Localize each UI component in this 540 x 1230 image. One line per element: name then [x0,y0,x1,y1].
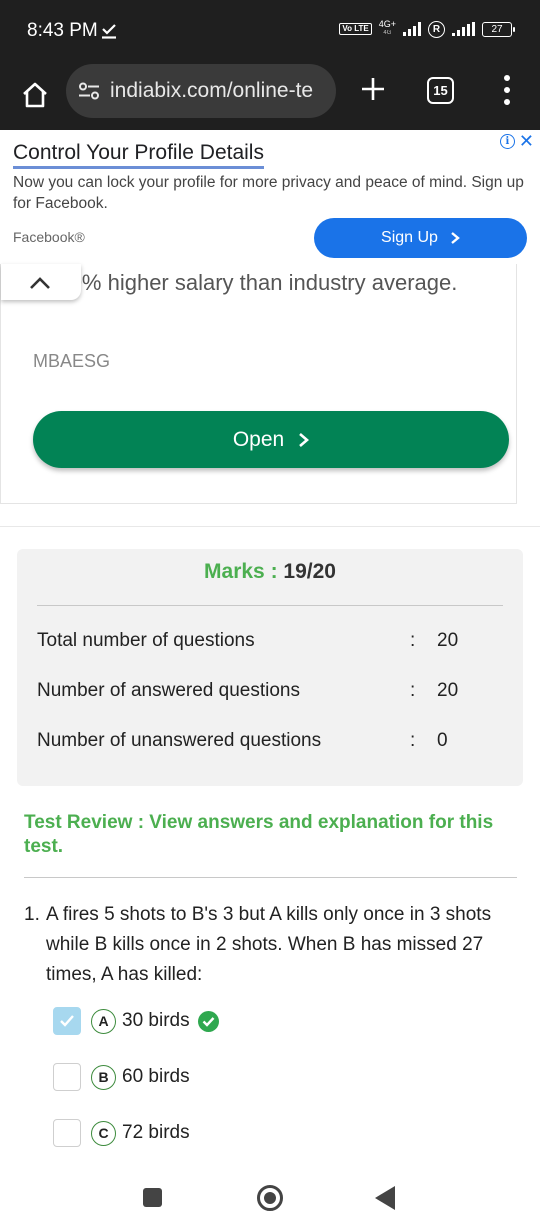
ad-banner[interactable]: Control Your Profile Details i ✕ Now you… [0,130,540,264]
ad-info-icon[interactable]: i [499,134,515,149]
marks-line: Marks : 19/20 [17,560,523,584]
stat-label: Number of answered questions [37,680,300,701]
divider [24,877,517,878]
ad-title[interactable]: Control Your Profile Details [13,140,264,169]
stat-label: Number of unanswered questions [37,730,322,751]
stat-row-total: Total number of questions : 20 [37,630,503,660]
option-text: 60 birds [122,1066,190,1087]
ad-choices[interactable]: i ✕ [499,132,534,150]
divider [37,605,503,606]
collapse-ad-button[interactable] [1,264,81,300]
status-time: 8:43 PM [27,20,98,41]
stat-colon: : [410,630,416,651]
ad-close-icon[interactable]: ✕ [519,132,534,150]
stat-colon: : [410,680,416,701]
site-settings-icon[interactable] [78,82,100,100]
question-number: 1. [24,904,40,925]
option-letter: C [91,1120,116,1146]
test-review-link[interactable]: Test Review : View answers and explanati… [24,811,504,859]
marks-summary: Marks : 19/20 Total number of questions … [17,549,523,786]
signal-icon-2 [452,22,475,36]
system-nav-bar [0,1166,540,1230]
url-text: indiabix.com/online-te [110,79,314,102]
chevron-right-icon [451,232,460,244]
status-bar: 8:43 PM Vo LTE 4G+ 4G R 27 [0,0,540,64]
back-icon[interactable] [375,1186,395,1210]
stat-label: Total number of questions [37,630,255,651]
card-text: 4. 20% higher salary than industry avera… [33,270,458,295]
stat-row-unanswered: Number of unanswered questions : 0 [37,730,503,760]
card-brand: MBAESG [33,351,111,371]
browser-toolbar: indiabix.com/online-te 15 [0,64,540,130]
new-tab-icon[interactable] [360,76,386,102]
option-checkbox[interactable] [53,1119,81,1147]
chevron-right-icon [299,432,310,447]
option-c[interactable]: C 72 birds [53,1118,190,1148]
option-checkbox[interactable] [53,1007,81,1035]
volte-icon: Vo LTE [339,23,372,35]
open-button[interactable]: Open [33,411,509,468]
option-b[interactable]: B 60 birds [53,1062,190,1092]
network-subtype-label: 4G [383,30,392,36]
stat-value: 0 [437,730,448,751]
option-letter: B [91,1064,116,1090]
ad-description: Now you can lock your profile for more p… [13,174,524,212]
results-section: Marks : 19/20 Total number of questions … [0,526,540,1166]
home-icon[interactable] [20,80,50,110]
overflow-menu-icon[interactable] [500,75,514,105]
stat-value: 20 [437,680,459,701]
stat-row-answered: Number of answered questions : 20 [37,680,503,710]
sponsored-card: 4. 20% higher salary than industry avera… [0,264,517,504]
marks-label: Marks : [204,560,278,583]
ad-sign-up-label: Sign Up [381,229,438,246]
roaming-icon: R [428,20,445,38]
ad-sign-up-button[interactable]: Sign Up [314,218,527,258]
stat-colon: : [410,730,416,751]
status-icons: Vo LTE 4G+ 4G R 27 [339,20,515,38]
chevron-up-icon [30,277,50,289]
recents-icon[interactable] [143,1188,162,1207]
ad-brand: Facebook® [13,229,85,245]
signal-icon [403,22,421,36]
option-a[interactable]: A 30 birds [53,1006,219,1036]
option-letter: A [91,1008,116,1034]
tab-switcher-button[interactable]: 15 [427,77,454,104]
open-button-label: Open [232,427,285,451]
network-type-label: 4G+ [378,19,396,29]
stat-value: 20 [437,630,459,651]
option-text: 30 birds [122,1010,190,1031]
network-type: 4G+ 4G [379,20,396,38]
question-text: A fires 5 shots to B's 3 but A kills onl… [46,904,492,985]
address-bar[interactable]: indiabix.com/online-te [66,64,336,118]
correct-answer-icon [197,1010,219,1032]
option-text: 72 birds [122,1122,190,1143]
option-checkbox[interactable] [53,1063,81,1091]
download-done-icon [102,24,116,39]
check-icon [60,1015,74,1027]
marks-value: 19/20 [283,560,336,583]
battery-icon: 27 [482,21,515,37]
home-nav-icon[interactable] [257,1185,283,1211]
